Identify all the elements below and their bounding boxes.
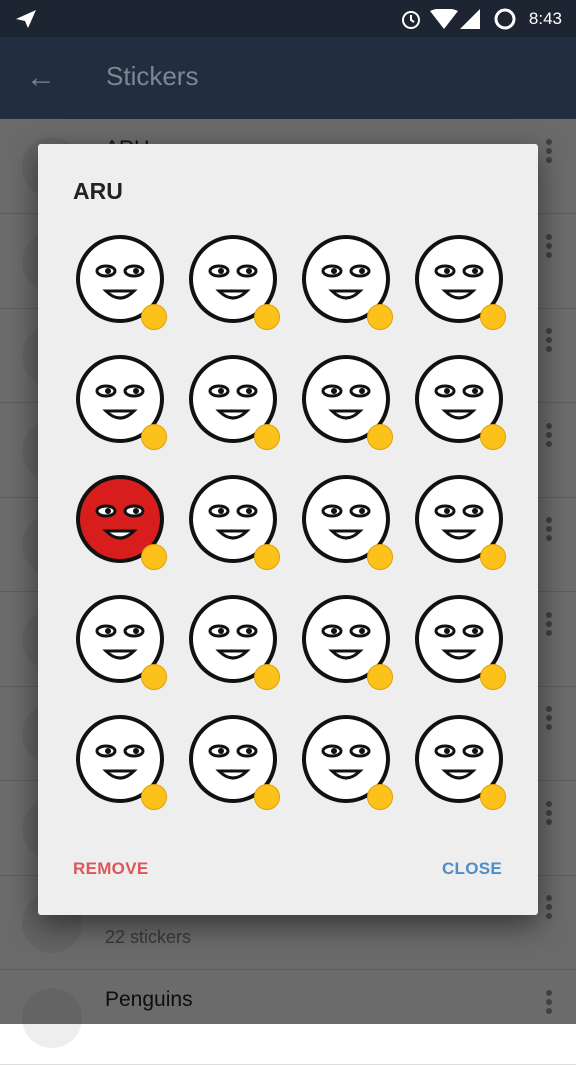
pouting-face-icon: [141, 544, 167, 570]
smiling-face-with-smiling-eyes-icon: [254, 424, 280, 450]
wifi-icon: [430, 9, 458, 29]
sticker[interactable]: [64, 464, 177, 584]
thumbs-up-icon: [254, 664, 280, 690]
sticker[interactable]: [64, 224, 177, 344]
face-with-tears-of-joy-icon: [254, 304, 280, 330]
status-bar: 8:43: [0, 0, 576, 37]
sticker[interactable]: [64, 584, 177, 704]
sticker[interactable]: [64, 704, 177, 824]
telegram-icon: [16, 10, 36, 28]
sticker[interactable]: [403, 584, 516, 704]
unamused-face-icon: [367, 424, 393, 450]
signal-icon: [460, 9, 480, 29]
sticker[interactable]: [290, 224, 403, 344]
dog-face-icon: [367, 544, 393, 570]
face-with-tongue-icon: [480, 424, 506, 450]
sticker[interactable]: [290, 584, 403, 704]
pensive-face-icon: [141, 664, 167, 690]
sticker[interactable]: [290, 704, 403, 824]
sticker-set-dialog: ARU REMOVE CLOSE: [38, 144, 538, 915]
close-button[interactable]: CLOSE: [442, 859, 502, 879]
sticker-grid: [64, 224, 516, 824]
face-throwing-kiss-icon: [480, 544, 506, 570]
sticker[interactable]: [403, 704, 516, 824]
status-time: 8:43: [528, 9, 562, 28]
eyes-icon: [480, 784, 506, 810]
sticker[interactable]: [403, 224, 516, 344]
page-title: Stickers: [106, 61, 199, 91]
smirking-face-icon: [367, 304, 393, 330]
confounded-face-icon: [254, 784, 280, 810]
sticker[interactable]: [64, 344, 177, 464]
sticker[interactable]: [177, 584, 290, 704]
remove-button[interactable]: REMOVE: [73, 859, 148, 879]
sticker[interactable]: [177, 704, 290, 824]
face-with-medical-mask-icon: [254, 544, 280, 570]
smiling-face-with-open-mouth-and-cold-sweat-icon: [141, 784, 167, 810]
sticker[interactable]: [403, 464, 516, 584]
hushed-face-icon: [480, 304, 506, 330]
sleeping-face-icon: [367, 784, 393, 810]
loudly-crying-face-icon: [141, 304, 167, 330]
app-bar: ← Stickers: [0, 37, 576, 119]
battery-icon: [494, 8, 516, 30]
sticker[interactable]: [177, 224, 290, 344]
sticker[interactable]: [290, 464, 403, 584]
arrow-left-icon[interactable]: ←: [26, 63, 56, 93]
sticker[interactable]: [403, 344, 516, 464]
sticker[interactable]: [177, 344, 290, 464]
sticker[interactable]: [177, 464, 290, 584]
sticker[interactable]: [290, 344, 403, 464]
alarm-icon: [402, 11, 420, 29]
smiling-face-with-halo-icon: [480, 664, 506, 690]
dialog-title: ARU: [73, 178, 123, 204]
flushed-face-icon: [141, 424, 167, 450]
grimacing-face-icon: [367, 664, 393, 690]
